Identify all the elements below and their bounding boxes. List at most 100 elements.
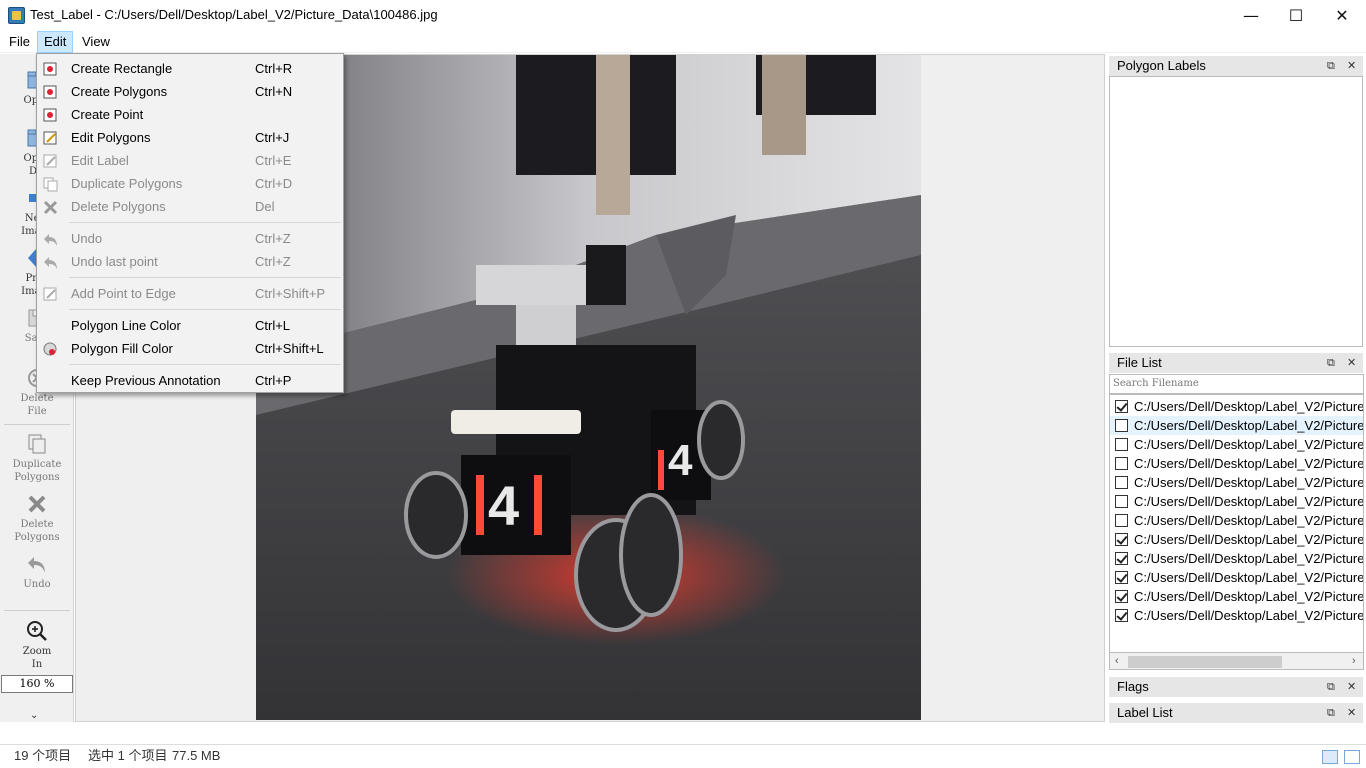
zoom-value-field[interactable]: 160 % <box>1 675 73 693</box>
duplicate-label-1: Duplicate <box>12 459 62 470</box>
details-view-icon[interactable] <box>1322 750 1338 764</box>
menu-separator <box>69 309 341 310</box>
menu-edit[interactable]: Edit <box>37 31 74 53</box>
large-icons-view-icon[interactable] <box>1344 750 1360 764</box>
menu-item-create-point[interactable]: Create Point <box>37 103 343 126</box>
scroll-left-icon[interactable]: ‹ <box>1115 653 1119 669</box>
close-button[interactable]: ✕ <box>1319 0 1365 31</box>
file-row[interactable]: C:/Users/Dell/Desktop/Label_V2/Picture_D… <box>1110 397 1363 416</box>
dock-float-icon[interactable]: ⧉ <box>1327 703 1335 723</box>
dock-close-icon[interactable]: ✕ <box>1347 353 1356 373</box>
undo-icon <box>43 231 59 246</box>
flags-title: Flags <box>1117 679 1149 694</box>
toolbar-divider <box>4 610 70 611</box>
file-checkbox[interactable] <box>1115 495 1128 508</box>
toolbar-more-chevron-icon[interactable]: ⌄ <box>30 710 38 721</box>
polygon-labels-dock-title: Polygon Labels ⧉ ✕ <box>1109 56 1363 76</box>
menu-item-undo[interactable]: Undo Ctrl+Z <box>37 227 343 250</box>
file-row[interactable]: C:/Users/Dell/Desktop/Label_V2/Picture_D… <box>1110 606 1363 625</box>
menu-item-keep-previous-annotation[interactable]: Keep Previous Annotation Ctrl+P <box>37 369 343 392</box>
edit-polygons-icon <box>43 130 59 145</box>
menu-view[interactable]: View <box>76 31 116 53</box>
menu-item-polygon-line-color[interactable]: Polygon Line Color Ctrl+L <box>37 314 343 337</box>
duplicate-polygons-tool[interactable]: Duplicate Polygons <box>0 432 74 484</box>
file-search-input[interactable]: Search Filename <box>1109 374 1364 394</box>
dock-float-icon[interactable]: ⧉ <box>1327 677 1335 697</box>
file-checkbox[interactable] <box>1115 552 1128 565</box>
file-checkbox[interactable] <box>1115 419 1128 432</box>
undo-last-point-icon <box>43 254 59 269</box>
file-checkbox[interactable] <box>1115 476 1128 489</box>
file-list-dock-title: File List ⧉ ✕ <box>1109 353 1363 373</box>
dock-float-icon[interactable]: ⧉ <box>1327 56 1335 76</box>
menu-separator <box>69 222 341 223</box>
zoom-in-tool[interactable]: Zoom In <box>0 619 74 671</box>
status-size: 77.5 MB <box>172 748 221 763</box>
file-path: C:/Users/Dell/Desktop/Label_V2/Picture_D… <box>1134 456 1363 471</box>
file-row[interactable]: C:/Users/Dell/Desktop/Label_V2/Picture_D… <box>1110 435 1363 454</box>
file-checkbox[interactable] <box>1115 571 1128 584</box>
file-checkbox[interactable] <box>1115 514 1128 527</box>
file-checkbox[interactable] <box>1115 590 1128 603</box>
menu-item-undo-last-point[interactable]: Undo last point Ctrl+Z <box>37 250 343 273</box>
minimize-button[interactable]: — <box>1228 0 1274 31</box>
file-row[interactable]: C:/Users/Dell/Desktop/Label_V2/Picture_D… <box>1110 454 1363 473</box>
undo-icon <box>25 552 49 576</box>
maximize-button[interactable]: ☐ <box>1273 0 1319 31</box>
menu-item-edit-label[interactable]: Edit Label Ctrl+E <box>37 149 343 172</box>
delete-x-icon <box>25 492 49 516</box>
window-title: Test_Label - C:/Users/Dell/Desktop/Label… <box>30 7 438 22</box>
menu-item-add-point-to-edge[interactable]: Add Point to Edge Ctrl+Shift+P <box>37 282 343 305</box>
menu-item-create-rectangle[interactable]: Create Rectangle Ctrl+R <box>37 57 343 80</box>
scrollbar-thumb[interactable] <box>1128 656 1282 668</box>
toolbar-divider <box>4 424 70 425</box>
file-checkbox[interactable] <box>1115 457 1128 470</box>
file-row[interactable]: C:/Users/Dell/Desktop/Label_V2/Picture_D… <box>1110 568 1363 587</box>
menu-bar: File Edit View <box>0 31 1366 53</box>
file-list-scrollbar[interactable]: ‹ › <box>1109 652 1364 670</box>
delete-polygons-tool[interactable]: Delete Polygons <box>0 492 74 544</box>
file-path: C:/Users/Dell/Desktop/Label_V2/Picture_D… <box>1134 418 1363 433</box>
file-row[interactable]: C:/Users/Dell/Desktop/Label_V2/Picture_D… <box>1110 587 1363 606</box>
menu-file[interactable]: File <box>3 31 36 53</box>
dock-float-icon[interactable]: ⧉ <box>1327 353 1335 373</box>
scroll-right-icon[interactable]: › <box>1352 653 1356 669</box>
delete-poly-label-2: Polygons <box>14 532 60 543</box>
edit-label-icon <box>43 153 59 168</box>
status-bar: 19 个项目 选中 1 个项目 77.5 MB <box>0 744 1366 768</box>
file-row[interactable]: C:/Users/Dell/Desktop/Label_V2/Picture_D… <box>1110 473 1363 492</box>
file-checkbox[interactable] <box>1115 609 1128 622</box>
undo-tool[interactable]: Undo <box>0 552 74 591</box>
file-path: C:/Users/Dell/Desktop/Label_V2/Picture_D… <box>1134 399 1363 414</box>
file-row[interactable]: C:/Users/Dell/Desktop/Label_V2/Picture_D… <box>1110 549 1363 568</box>
fill-color-icon <box>43 341 59 356</box>
dock-close-icon[interactable]: ✕ <box>1347 677 1356 697</box>
polygon-labels-list[interactable] <box>1109 76 1363 347</box>
label-list-dock-title: Label List ⧉ ✕ <box>1109 703 1363 723</box>
file-row[interactable]: C:/Users/Dell/Desktop/Label_V2/Picture_D… <box>1110 511 1363 530</box>
menu-item-delete-polygons[interactable]: Delete Polygons Del <box>37 195 343 218</box>
dock-close-icon[interactable]: ✕ <box>1347 56 1356 76</box>
dock-close-icon[interactable]: ✕ <box>1347 703 1356 723</box>
robot-number-side: 4 <box>668 436 693 485</box>
menu-item-create-polygons[interactable]: Create Polygons Ctrl+N <box>37 80 343 103</box>
file-checkbox[interactable] <box>1115 533 1128 546</box>
delete-poly-label-1: Delete <box>20 519 54 530</box>
menu-item-polygon-fill-color[interactable]: Polygon Fill Color Ctrl+Shift+L <box>37 337 343 360</box>
file-path: C:/Users/Dell/Desktop/Label_V2/Picture_D… <box>1134 589 1363 604</box>
file-path: C:/Users/Dell/Desktop/Label_V2/Picture_D… <box>1134 570 1363 585</box>
menu-separator <box>69 364 341 365</box>
file-row[interactable]: C:/Users/Dell/Desktop/Label_V2/Picture_D… <box>1110 492 1363 511</box>
status-selected: 选中 1 个项目 <box>88 748 168 763</box>
zoom-in-label-1: Zoom <box>22 646 52 657</box>
file-checkbox[interactable] <box>1115 400 1128 413</box>
menu-item-duplicate-polygons[interactable]: Duplicate Polygons Ctrl+D <box>37 172 343 195</box>
menu-item-edit-polygons[interactable]: Edit Polygons Ctrl+J <box>37 126 343 149</box>
file-list[interactable]: C:/Users/Dell/Desktop/Label_V2/Picture_D… <box>1109 394 1364 670</box>
file-path: C:/Users/Dell/Desktop/Label_V2/Picture_D… <box>1134 608 1363 623</box>
file-path: C:/Users/Dell/Desktop/Label_V2/Picture_D… <box>1134 532 1363 547</box>
file-row[interactable]: C:/Users/Dell/Desktop/Label_V2/Picture_D… <box>1110 530 1363 549</box>
title-bar: Test_Label - C:/Users/Dell/Desktop/Label… <box>0 0 1366 31</box>
file-row[interactable]: C:/Users/Dell/Desktop/Label_V2/Picture_D… <box>1110 416 1363 435</box>
file-checkbox[interactable] <box>1115 438 1128 451</box>
